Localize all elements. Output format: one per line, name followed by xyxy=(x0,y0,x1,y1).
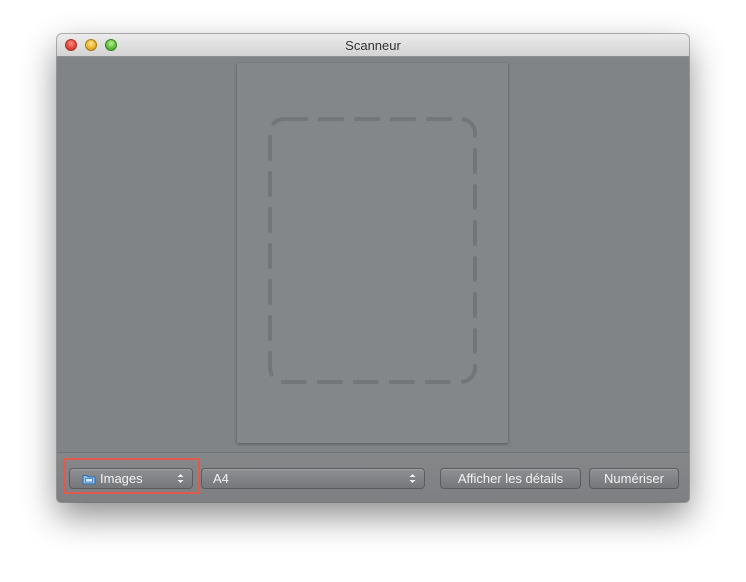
scan-page-preview xyxy=(237,63,508,443)
window-title: Scanneur xyxy=(345,38,401,53)
document-placeholder-outline xyxy=(268,117,477,384)
destination-popup-highlight xyxy=(63,458,200,494)
title-bar[interactable]: Scanneur xyxy=(57,34,689,57)
popup-arrows-icon xyxy=(409,474,416,483)
paper-size-popup[interactable]: A4 xyxy=(201,468,425,489)
scan-button[interactable]: Numériser xyxy=(589,468,679,489)
scan-preview-area xyxy=(57,57,689,452)
paper-size-popup-label: A4 xyxy=(213,471,229,486)
show-details-button[interactable]: Afficher les détails xyxy=(440,468,581,489)
scanner-window: Scanneur Images A4 Afficher les détails … xyxy=(57,34,689,502)
